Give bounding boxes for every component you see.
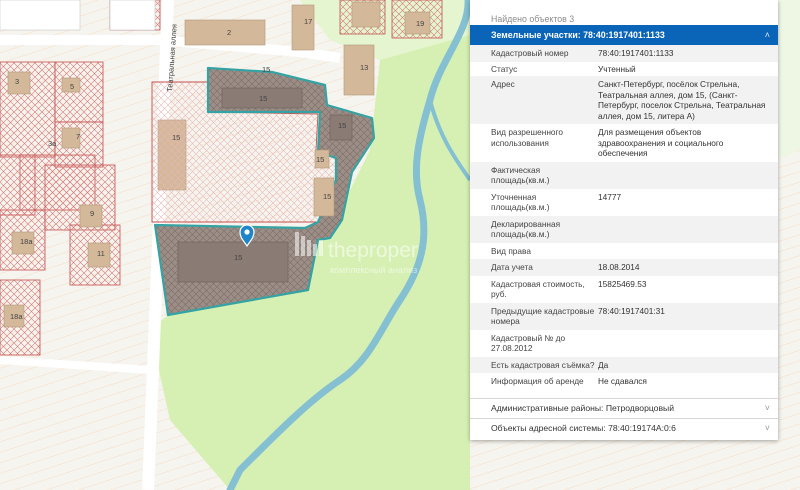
attribute-key: Статус bbox=[491, 63, 518, 74]
attribute-row: Есть кадастровая съёмка? Да bbox=[470, 356, 778, 373]
building-number-label: 15 bbox=[262, 65, 270, 74]
building-number-label: 3 bbox=[15, 77, 19, 86]
attribute-key: Фактическая площадь(кв.м.) bbox=[491, 164, 550, 186]
attribute-key: Кадастровый номер bbox=[491, 48, 569, 58]
building-number-label: 15 bbox=[323, 192, 331, 201]
building-number-label: 18а bbox=[10, 312, 23, 321]
attribute-value: Санкт-Петербург, посёлок Стрельна, Театр… bbox=[598, 79, 766, 121]
section-header-land-plots[interactable]: Земельные участки: 78:40:1917401:1133 ˄ bbox=[470, 25, 778, 45]
attribute-key: Кадастровый № до 27.08.2012 bbox=[491, 332, 566, 354]
white-blocks bbox=[0, 0, 156, 31]
attribute-key: Есть кадастровая съёмка? bbox=[491, 359, 595, 370]
section-admin-districts-label: Административные районы: Петродворцовый bbox=[491, 403, 674, 413]
attribute-value bbox=[598, 246, 770, 257]
attribute-key: Информация об аренде bbox=[491, 376, 584, 386]
attribute-key: Предыдущие кадастровые номера bbox=[491, 305, 595, 327]
attribute-row: Кадастровый номер 78:40:1917401:1133 bbox=[470, 45, 778, 62]
attribute-value bbox=[598, 165, 770, 186]
attribute-key: Вид разрешенного использования bbox=[491, 127, 563, 148]
attribute-row: Фактическая площадь(кв.м.) bbox=[470, 161, 778, 189]
attribute-key: Уточненная площадь(кв.м.) bbox=[491, 191, 550, 213]
building-number-label: 5 bbox=[70, 82, 74, 91]
building-number-label: 15 bbox=[338, 121, 346, 130]
chevron-down-icon: ˅ bbox=[764, 403, 770, 413]
attribute-value: 15825469.53 bbox=[598, 278, 647, 289]
attribute-row: Дата учета 18.08.2014 bbox=[470, 259, 778, 276]
building-number-label: 13 bbox=[360, 63, 368, 72]
chevron-down-icon: ˅ bbox=[764, 423, 770, 433]
building-number-label: 2 bbox=[227, 28, 231, 37]
attribute-value: Учтенный bbox=[598, 63, 636, 74]
attribute-key: Адрес bbox=[491, 79, 515, 89]
attribute-value: 78:40:1917401:1133 bbox=[598, 48, 674, 58]
building-number-label: 15 bbox=[172, 133, 180, 142]
attribute-row: Статус Учтенный bbox=[470, 62, 778, 77]
attribute-row: Предыдущие кадастровые номера 78:40:19174… bbox=[470, 302, 778, 330]
building-number-label: 7 bbox=[76, 132, 80, 141]
building-number-label: 18а bbox=[20, 237, 33, 246]
building-number-label: 15 bbox=[316, 155, 324, 164]
building-number-label: 15 bbox=[234, 253, 242, 262]
watermark-subtext: комплексный анализ bbox=[330, 265, 417, 275]
info-panel: Найдено объектов 3 Земельные участки: 78… bbox=[470, 0, 778, 440]
attribute-row: Кадастровая стоимость, руб. 15825469.53 bbox=[470, 276, 778, 303]
attribute-key: Вид права bbox=[491, 245, 531, 256]
section-address-objects-label: Объекты адресной системы: 78:40:19174А:0… bbox=[491, 423, 676, 433]
chevron-up-icon: ˄ bbox=[764, 30, 770, 40]
attribute-table: Кадастровый номер 78:40:1917401:1133 Стату… bbox=[470, 45, 778, 390]
building-number-label: 9 bbox=[90, 209, 94, 218]
attribute-row: Вид разрешенного использования Для размещ… bbox=[470, 124, 778, 162]
section-address-objects[interactable]: Объекты адресной системы: 78:40:19174А:0… bbox=[470, 418, 778, 437]
attribute-value: 14777 bbox=[598, 191, 622, 202]
attribute-key: Дата учета bbox=[491, 262, 533, 272]
attribute-row: Адрес Санкт-Петербург, посёлок Стрельна, … bbox=[470, 76, 778, 124]
building-number-label: 17 bbox=[304, 17, 312, 26]
attribute-key: Кадастровая стоимость, руб. bbox=[491, 278, 585, 300]
section-admin-districts[interactable]: Административные районы: Петродворцовый … bbox=[470, 398, 778, 417]
building-number-label: 19 bbox=[416, 19, 424, 28]
section-title: Земельные участки: 78:40:1917401:1133 bbox=[491, 30, 665, 40]
attribute-value bbox=[598, 333, 770, 354]
attribute-row: Уточненная площадь(кв.м.) 14777 bbox=[470, 189, 778, 216]
building-number-label: 3а bbox=[48, 139, 57, 148]
attribute-row: Информация об аренде Не сдавался bbox=[470, 373, 778, 390]
attribute-row: Декларированная площадь(кв.м.) bbox=[470, 215, 778, 243]
watermark-text: theproper bbox=[328, 239, 418, 262]
attribute-value: Для размещения объектов здравоохранения … bbox=[598, 127, 724, 158]
building-number-label: 11 bbox=[97, 249, 105, 258]
attribute-key: Декларированная площадь(кв.м.) bbox=[491, 218, 561, 240]
park-area-east bbox=[778, 0, 800, 160]
attribute-row: Кадастровый № до 27.08.2012 bbox=[470, 330, 778, 357]
building-number-label: 15 bbox=[259, 94, 267, 103]
attribute-row: Вид права bbox=[470, 243, 778, 260]
attribute-value: Да bbox=[598, 359, 609, 370]
found-count: Найдено объектов 3 bbox=[491, 14, 575, 24]
attribute-value bbox=[598, 219, 770, 240]
attribute-value: 18.08.2014 bbox=[598, 262, 640, 272]
attribute-value: 78:40:1917401:31 bbox=[598, 305, 665, 316]
attribute-value: Не сдавался bbox=[598, 376, 647, 386]
